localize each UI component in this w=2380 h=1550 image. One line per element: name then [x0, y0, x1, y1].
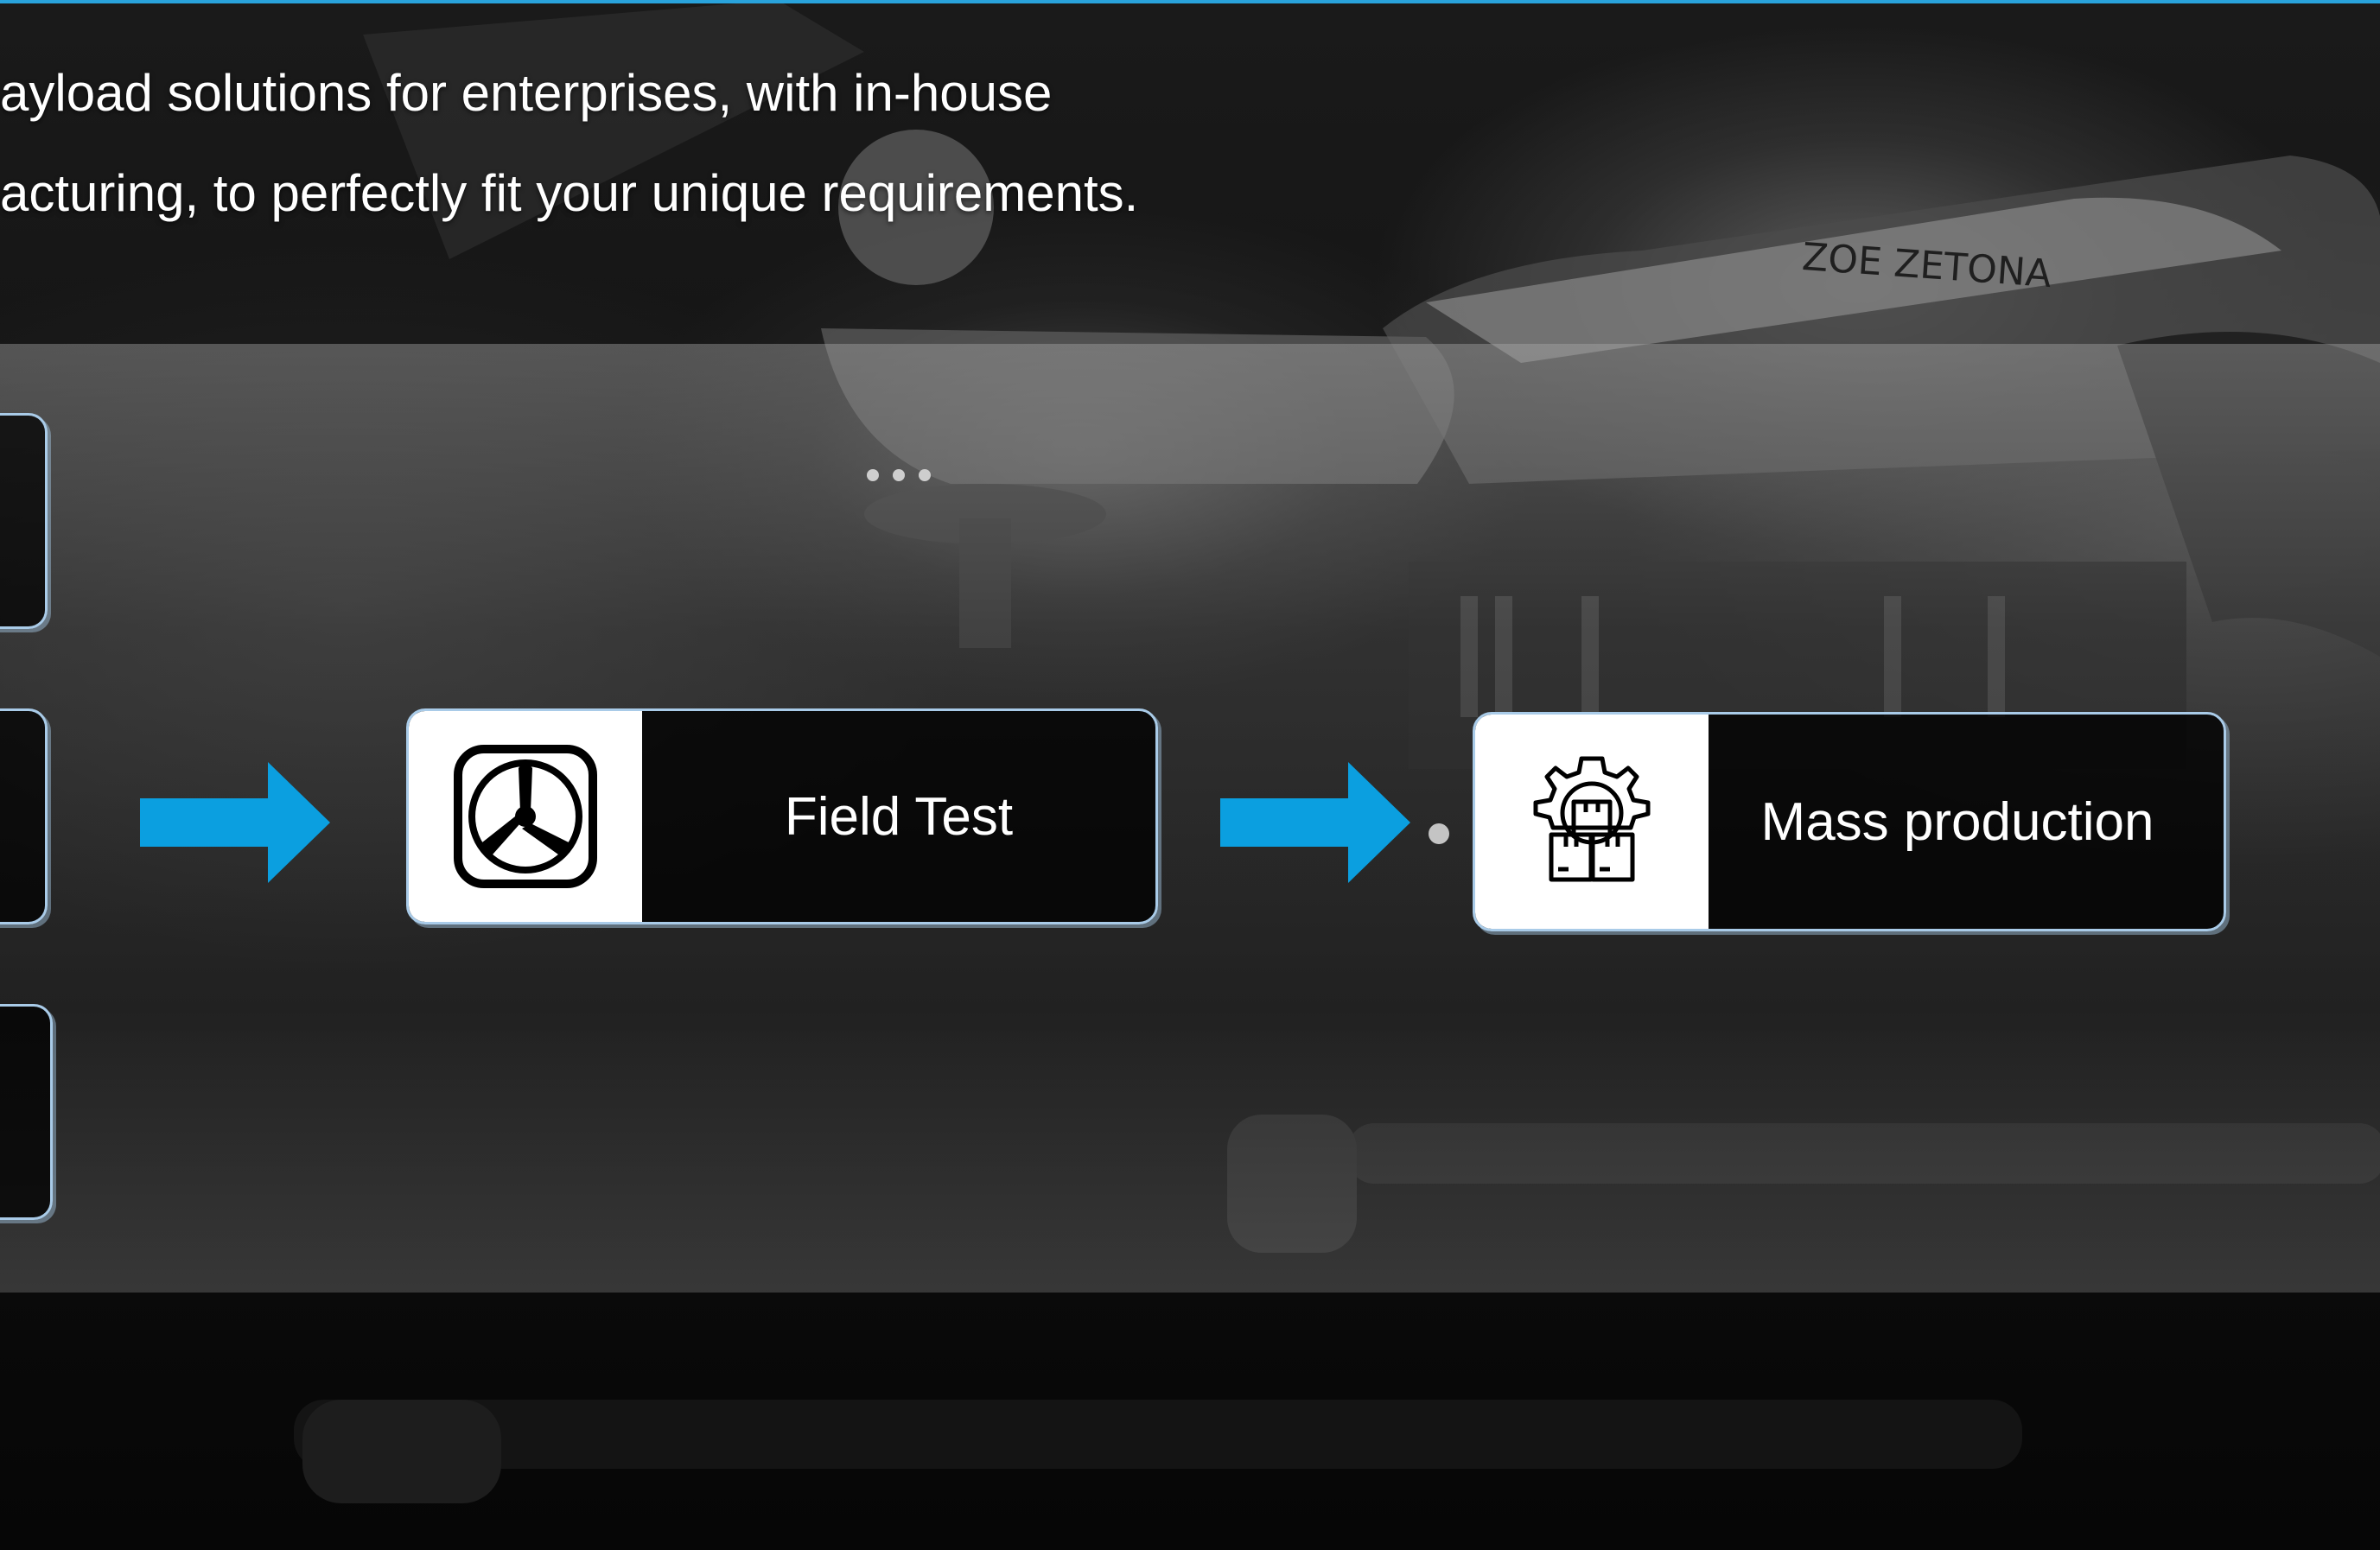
step-field-test[interactable]: Field Test	[406, 708, 1158, 924]
intro-text: ayload solutions for enterprises, with i…	[0, 43, 1138, 244]
icon-tile	[1475, 715, 1709, 929]
step-box-cut-3	[0, 1004, 53, 1220]
propeller-icon	[454, 745, 597, 888]
intro-line-2: acturing, to perfectly fit your unique r…	[0, 164, 1139, 222]
arrow-right-icon	[1220, 762, 1410, 883]
step-box-cut-1	[0, 413, 48, 629]
arrow-right-icon	[140, 762, 330, 883]
step-label: Mass production	[1760, 791, 2154, 852]
step-mass-production[interactable]: Mass production	[1473, 712, 2226, 931]
step-box-cut-2	[0, 708, 48, 924]
manufacturing-boxes-gear-icon	[1533, 756, 1651, 882]
step-label: Field Test	[784, 786, 1014, 847]
intro-line-1: ayload solutions for enterprises, with i…	[0, 64, 1053, 122]
icon-tile	[409, 711, 642, 922]
top-accent-line	[0, 0, 2380, 3]
